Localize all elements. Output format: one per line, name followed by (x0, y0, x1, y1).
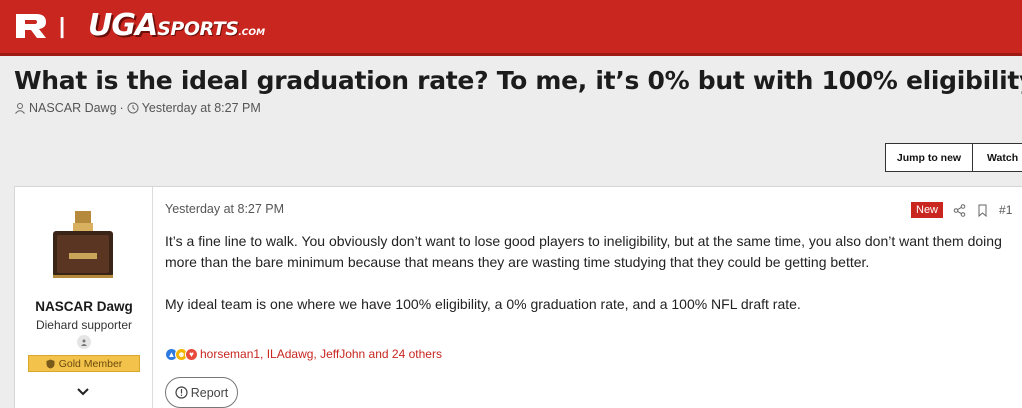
report-icon (175, 386, 188, 399)
report-button[interactable]: Report (165, 377, 238, 408)
new-badge: New (911, 202, 944, 218)
thread-title: What is the ideal graduation rate? To me… (14, 66, 1022, 95)
thread-toolbar: Jump to new Watch (885, 143, 1022, 172)
meta-separator: · (119, 101, 124, 115)
chevron-down-icon[interactable] (76, 387, 90, 397)
shield-icon (46, 359, 55, 368)
post-paragraph: My ideal team is one where we have 100% … (165, 296, 801, 312)
post-userbar: NASCAR Dawg Diehard supporter Gold Membe… (15, 187, 153, 408)
post-date[interactable]: Yesterday at 8:27 PM (165, 202, 284, 216)
user-status-icon (77, 335, 91, 349)
logo-uga-text: UGA (88, 8, 158, 43)
rivals-logo-icon[interactable] (14, 10, 48, 40)
post-body: It’s a fine line to walk. You obviously … (165, 231, 1022, 315)
site-header: | UGASPORTS.COM (0, 0, 1022, 56)
post: NASCAR Dawg Diehard supporter Gold Membe… (14, 186, 1022, 408)
user-icon (15, 103, 25, 114)
thread-author[interactable]: NASCAR Dawg (29, 101, 117, 115)
reactions-bar: ▲ ☻ ♥ horseman1, ILAdawg, JeffJohn and 2… (165, 347, 442, 361)
ugasports-logo[interactable]: UGASPORTS.COM (88, 8, 266, 43)
avatar[interactable] (41, 209, 125, 281)
post-content: Yesterday at 8:27 PM New #1 It’s a fine … (165, 187, 1022, 408)
post-actions: New #1 (911, 202, 1012, 218)
post-username[interactable]: NASCAR Dawg (15, 299, 153, 314)
love-icon: ♥ (185, 347, 198, 361)
jump-to-new-button[interactable]: Jump to new (885, 143, 973, 172)
logo-separator: | (59, 13, 66, 38)
reactions-list[interactable]: horseman1, ILAdawg, JeffJohn and 24 othe… (200, 347, 442, 361)
report-label: Report (190, 385, 229, 400)
user-title: Diehard supporter (35, 318, 133, 332)
post-number[interactable]: #1 (999, 203, 1012, 217)
reaction-icons: ▲ ☻ ♥ (165, 347, 198, 361)
thread-meta: NASCAR Dawg · Yesterday at 8:27 PM (14, 101, 261, 115)
watch-button[interactable]: Watch (973, 143, 1022, 172)
clock-icon (127, 102, 139, 114)
gold-member-badge: Gold Member (28, 355, 140, 372)
share-icon[interactable] (953, 203, 966, 217)
logo-sports-text: SPORTS (157, 18, 239, 40)
logo-com-text: .COM (238, 28, 266, 38)
gold-member-label: Gold Member (58, 357, 123, 370)
post-paragraph: It’s a fine line to walk. You obviously … (165, 233, 1002, 270)
thread-date[interactable]: Yesterday at 8:27 PM (142, 101, 261, 115)
bookmark-icon[interactable] (976, 204, 989, 217)
